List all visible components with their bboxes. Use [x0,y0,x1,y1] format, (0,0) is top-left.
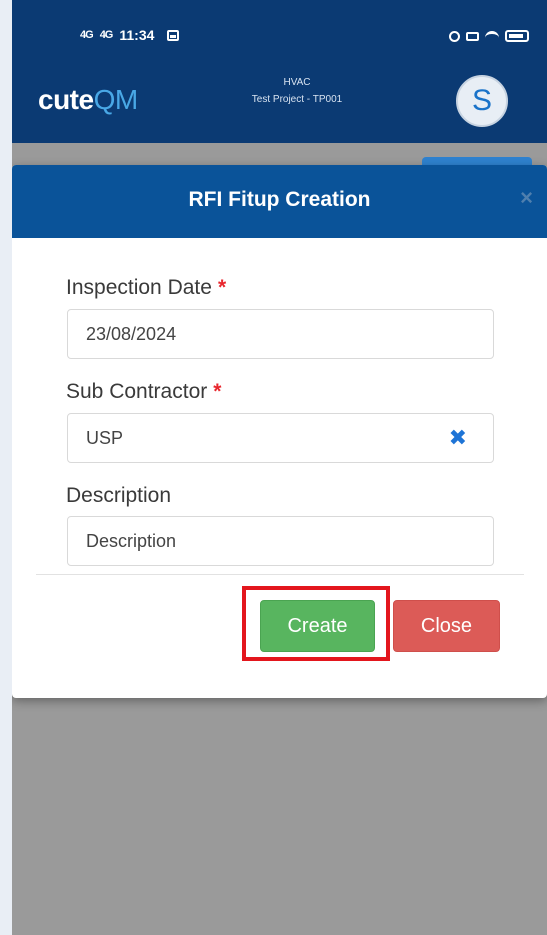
phone-screen: 4G 4G 11:34 cuteQM HVAC Test Project - T… [12,0,547,935]
signal-icon-2: 4G [99,29,114,41]
app-logo[interactable]: cuteQM [38,84,138,116]
inspection-date-value: 23/08/2024 [86,323,177,344]
status-right [449,30,529,42]
description-label: Description [66,484,172,507]
rfi-fitup-modal: RFI Fitup Creation × Inspection Date * 23… [12,165,547,698]
sub-contractor-value: USP [86,427,124,448]
project-discipline: HVAC [283,77,311,88]
gallery-notification-icon [167,29,180,41]
sub-contractor-label: Sub Contractor * [66,380,221,404]
wifi-icon [485,31,499,41]
project-info: HVAC Test Project - TP001 [207,74,387,108]
inspection-date-input[interactable]: 23/08/2024 [67,309,494,359]
description-input[interactable]: Description [67,516,494,566]
modal-header: RFI Fitup Creation × [12,165,547,238]
status-bar: 4G 4G 11:34 [12,0,547,58]
description-placeholder: Description [86,530,177,551]
status-left: 4G 4G 11:34 [80,27,180,43]
sub-contractor-label-text: Sub Contractor [66,380,208,403]
inspection-date-label: Inspection Date * [66,276,226,300]
modal-title: RFI Fitup Creation [188,188,371,211]
required-asterisk: * [213,380,222,403]
app-header: cuteQM HVAC Test Project - TP001 S [12,58,547,143]
left-edge [0,0,12,935]
required-asterisk: * [217,276,227,299]
cast-icon [466,31,479,41]
logo-part-qm: QM [93,84,139,115]
modal-divider [36,574,524,575]
status-time: 11:34 [119,27,155,43]
battery-icon [505,30,529,42]
sub-contractor-select[interactable]: USP ✖ [67,413,494,463]
signal-icon-1: 4G [80,29,94,41]
project-name: Test Project - TP001 [251,94,343,105]
close-button[interactable]: Close [393,600,500,652]
inspection-date-label-text: Inspection Date [66,276,212,299]
clear-selection-icon[interactable]: ✖ [449,425,467,451]
logo-part-cute: cute [38,84,94,115]
user-avatar[interactable]: S [456,75,508,127]
close-icon[interactable]: × [520,185,533,211]
alarm-icon [449,30,460,42]
create-button[interactable]: Create [260,600,375,652]
